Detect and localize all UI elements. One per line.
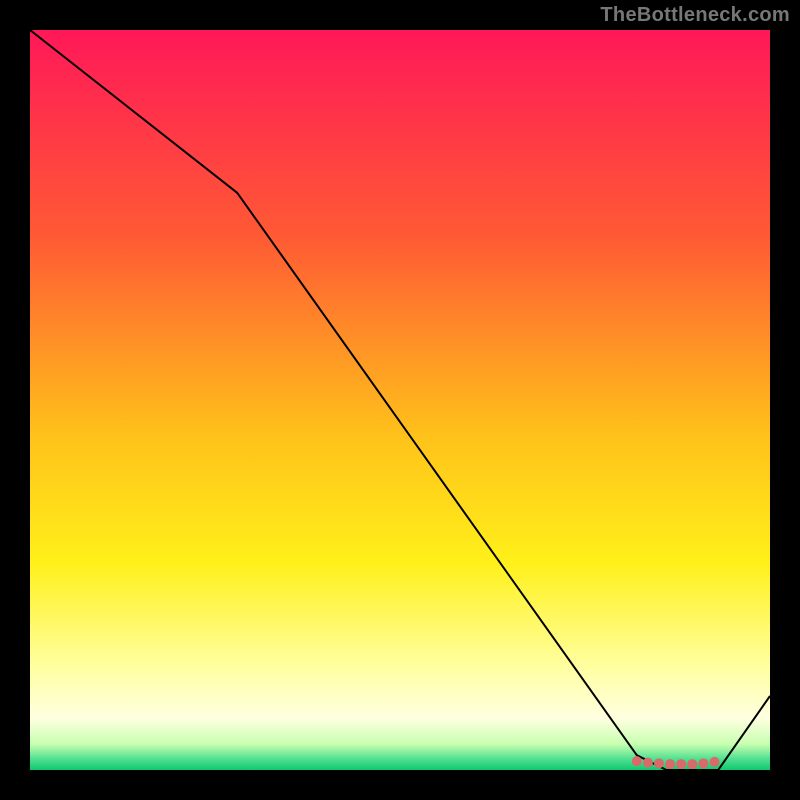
chart-frame: TheBottleneck.com: [0, 0, 800, 800]
chart-marker: [676, 759, 686, 769]
chart-marker: [698, 758, 708, 768]
chart-svg: [30, 30, 770, 770]
chart-marker: [710, 757, 720, 767]
attribution-text: TheBottleneck.com: [600, 4, 790, 27]
chart-marker: [687, 759, 697, 769]
chart-marker: [632, 756, 642, 766]
chart-plot-area: [30, 30, 770, 770]
chart-marker: [643, 758, 653, 768]
chart-marker: [665, 759, 675, 769]
chart-marker: [654, 758, 664, 768]
chart-background-gradient: [30, 30, 770, 770]
